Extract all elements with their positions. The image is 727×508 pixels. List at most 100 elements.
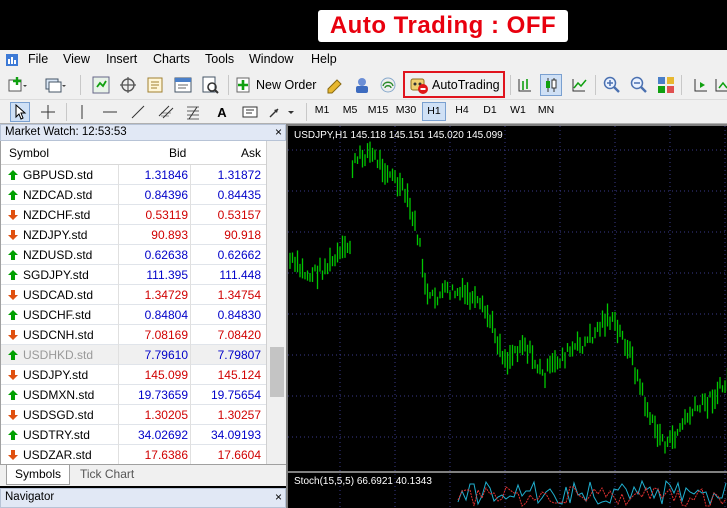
table-row[interactable]: USDCHF.std 0.84804 0.84830 [1, 305, 266, 325]
timeframe-m15[interactable]: M15 [366, 104, 390, 116]
table-row[interactable]: SGDJPY.std 111.395 111.448 [1, 265, 266, 285]
timeframe-mn[interactable]: MN [534, 104, 558, 116]
menu-charts[interactable]: Charts [153, 52, 190, 66]
table-row[interactable]: USDSGD.std 1.30205 1.30257 [1, 405, 266, 425]
zoom-out-button[interactable] [628, 74, 650, 96]
channel-button[interactable] [156, 102, 176, 122]
symbol-cell: NZDCAD.std [23, 188, 93, 202]
arrow-up-icon [8, 390, 18, 400]
label-button[interactable] [240, 102, 260, 122]
zoom-out-icon [630, 76, 647, 93]
arrow-down-icon [8, 370, 18, 380]
tab-symbols[interactable]: Symbols [6, 465, 71, 485]
table-row[interactable]: USDMXN.std 19.73659 19.75654 [1, 385, 266, 405]
ask-cell: 0.84830 [217, 308, 261, 322]
table-row[interactable]: GBPUSD.std 1.31846 1.31872 [1, 165, 266, 185]
menu-view[interactable]: View [63, 52, 90, 66]
menu-tools[interactable]: Tools [205, 52, 234, 66]
new-order-button[interactable]: New Order [234, 74, 318, 96]
price-chart[interactable] [288, 126, 727, 508]
ask-cell: 17.6604 [217, 448, 261, 462]
navigator-title: Navigator [5, 491, 55, 503]
timeframe-m1[interactable]: M1 [310, 104, 334, 116]
autoscroll-button[interactable] [714, 74, 727, 96]
strategy-tester-button[interactable] [199, 74, 221, 96]
data-window-button[interactable] [117, 74, 139, 96]
table-row[interactable]: USDCAD.std 1.34729 1.34754 [1, 285, 266, 305]
symbol-cell: GBPUSD.std [23, 168, 94, 182]
column-header-ask[interactable]: Ask [241, 146, 261, 160]
metaeditor-button[interactable] [324, 74, 346, 96]
profiles-button[interactable] [44, 74, 66, 96]
ask-cell: 34.09193 [210, 428, 261, 442]
symbol-cell: USDTRY.std [23, 428, 90, 442]
menu-help[interactable]: Help [311, 52, 337, 66]
profiles-icon [45, 78, 66, 93]
timeframe-w1[interactable]: W1 [506, 104, 530, 116]
scrollbar-thumb[interactable] [270, 347, 284, 397]
signals-button[interactable] [377, 74, 399, 96]
ask-cell: 1.34754 [217, 288, 261, 302]
market-watch-table: Symbol Bid Ask GBPUSD.std 1.31846 1.31872 N… [0, 141, 266, 464]
timeframe-h4[interactable]: H4 [450, 104, 474, 116]
market-watch-button[interactable] [90, 74, 112, 96]
auto-trading-button[interactable]: AutoTrading [403, 71, 505, 98]
table-row[interactable]: USDCNH.std 7.08169 7.08420 [1, 325, 266, 345]
crosshair-button[interactable] [38, 102, 58, 122]
new-chart-button[interactable] [6, 74, 28, 96]
candlestick-button[interactable] [540, 74, 562, 96]
arrow-up-icon [8, 170, 18, 180]
chart-shift-button[interactable] [690, 74, 712, 96]
table-row[interactable]: USDHKD.std 7.79610 7.79807 [1, 345, 266, 365]
text-button[interactable]: A [212, 102, 232, 122]
table-row[interactable]: NZDCHF.std 0.53119 0.53157 [1, 205, 266, 225]
table-row[interactable]: USDTRY.std 34.02692 34.09193 [1, 425, 266, 445]
tab-tick-chart[interactable]: Tick Chart [72, 465, 142, 485]
app-icon [6, 54, 18, 66]
chart-window[interactable]: USDJPY,H1 145.118 145.151 145.020 145.09… [286, 124, 727, 508]
menu-window[interactable]: Window [249, 52, 293, 66]
arrows-menu-button[interactable] [266, 102, 298, 122]
bid-cell: 17.6386 [144, 448, 188, 462]
navigator-button[interactable] [144, 74, 166, 96]
horizontal-line-icon [103, 111, 117, 113]
bar-chart-icon [518, 79, 531, 92]
bid-cell: 0.53119 [145, 208, 189, 222]
line-chart-button[interactable] [568, 74, 590, 96]
symbol-cell: USDCNH.std [23, 328, 94, 342]
vertical-line-button[interactable] [72, 102, 92, 122]
table-row[interactable]: NZDCAD.std 0.84396 0.84435 [1, 185, 266, 205]
timeframe-h1[interactable]: H1 [422, 102, 446, 121]
ask-cell: 7.79807 [217, 348, 261, 362]
timeframe-d1[interactable]: D1 [478, 104, 502, 116]
arrow-up-icon [8, 190, 18, 200]
close-icon[interactable]: × [275, 125, 282, 140]
horizontal-line-button[interactable] [100, 102, 120, 122]
symbol-cell: USDCHF.std [23, 308, 92, 322]
menu-file[interactable]: File [28, 52, 48, 66]
close-icon[interactable]: × [275, 489, 282, 505]
table-row[interactable]: NZDUSD.std 0.62638 0.62662 [1, 245, 266, 265]
menu-insert[interactable]: Insert [106, 52, 137, 66]
timeframe-m30[interactable]: M30 [394, 104, 418, 116]
text-icon: A [217, 104, 227, 120]
table-row[interactable]: USDJPY.std 145.099 145.124 [1, 365, 266, 385]
community-button[interactable] [351, 74, 373, 96]
fibonacci-icon [187, 106, 199, 120]
zoom-in-button[interactable] [601, 74, 623, 96]
table-row[interactable]: NZDJPY.std 90.893 90.918 [1, 225, 266, 245]
tester-icon [202, 76, 219, 94]
bar-chart-button[interactable] [514, 74, 536, 96]
cursor-button[interactable] [10, 102, 30, 122]
market-watch-scrollbar[interactable] [266, 141, 286, 464]
terminal-button[interactable] [172, 74, 194, 96]
table-row[interactable]: USDZAR.std 17.6386 17.6604 [1, 445, 266, 464]
fibonacci-button[interactable] [183, 102, 203, 122]
trendline-button[interactable] [128, 102, 148, 122]
column-header-symbol[interactable]: Symbol [9, 146, 49, 160]
symbol-cell: USDJPY.std [23, 368, 89, 382]
tile-windows-button[interactable] [655, 74, 677, 96]
navigator-icon [147, 77, 163, 93]
column-header-bid[interactable]: Bid [169, 146, 186, 160]
timeframe-m5[interactable]: M5 [338, 104, 362, 116]
